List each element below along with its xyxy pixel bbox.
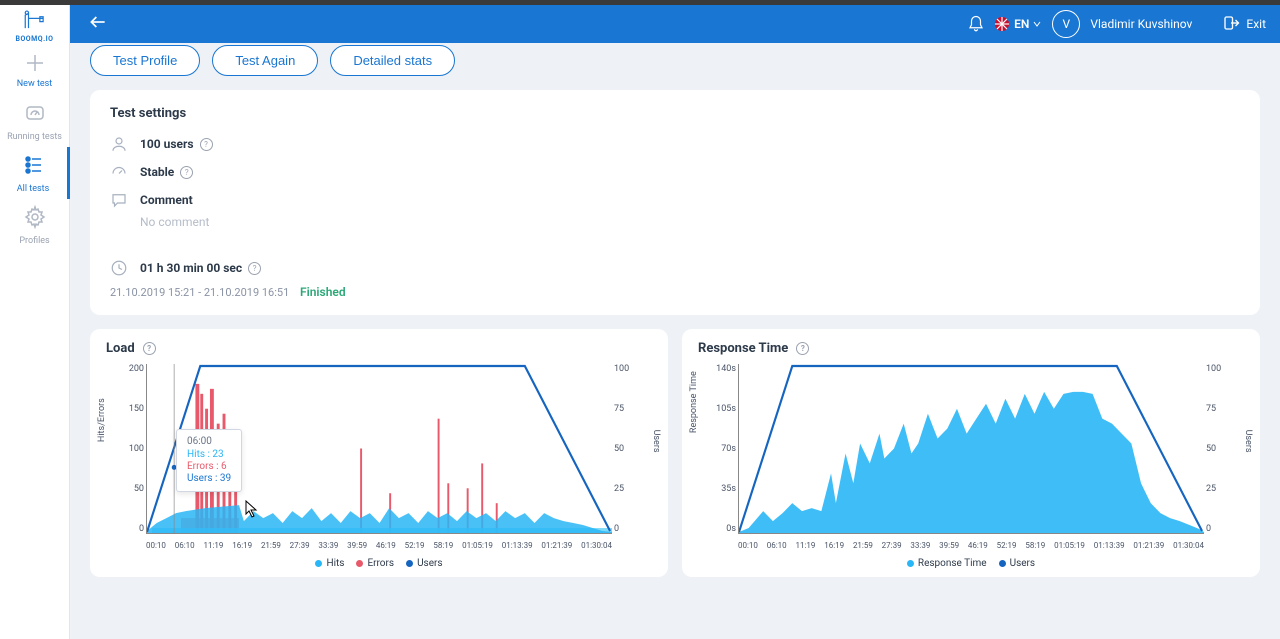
- user-icon: [110, 135, 128, 153]
- app-logo-text: BOOMQ.IO: [16, 35, 54, 43]
- exit-label: Exit: [1246, 17, 1266, 31]
- users-row: 100 users ?: [110, 135, 1240, 153]
- y-left-ticks: 200 150 100 50 0: [116, 364, 144, 534]
- x-ticks: 00:10 06:10 11:19 16:19 21:59 27:39 33:3…: [146, 541, 612, 550]
- date-range: 21.10.2019 15:21 - 21.10.2019 16:51 Fini…: [110, 285, 1240, 299]
- info-icon[interactable]: ?: [180, 166, 193, 179]
- content: Test Profile Test Again Detailed stats T…: [70, 43, 1280, 639]
- legend-dot: [406, 560, 413, 567]
- load-chart[interactable]: Hits/Errors Users 200 150 100 50 0 100 7…: [106, 364, 652, 554]
- tooltip-users: Users : 39: [187, 473, 231, 484]
- sidebar-item-all-tests[interactable]: All tests: [0, 147, 70, 199]
- language-label: EN: [1014, 17, 1029, 31]
- rt-legend: Response Time Users: [698, 558, 1244, 569]
- comment-row: Comment: [110, 191, 1240, 209]
- tooltip-time: 06:00: [187, 436, 231, 447]
- chart-title: Response Time ?: [698, 341, 1244, 356]
- list-sliders-icon: [21, 153, 45, 181]
- x-ticks: 00:10 06:10 11:19 16:19 21:59 27:39 33:3…: [738, 541, 1204, 550]
- flag-icon: [995, 17, 1009, 31]
- status-badge: Finished: [300, 285, 346, 299]
- avatar-initial: V: [1063, 17, 1071, 31]
- charts-row: Load ? Hits/Errors Users 200 150 100 50 …: [90, 329, 1260, 577]
- clock-icon: [110, 259, 128, 277]
- legend-item-users[interactable]: Users: [999, 558, 1036, 569]
- header: EN V Vladimir Kuvshinov Exit: [70, 5, 1280, 43]
- chart-tooltip: 06:00 Hits : 23 Errors : 6 Users : 39: [176, 429, 242, 492]
- boomq-logo-icon: [22, 10, 48, 34]
- legend-dot: [907, 560, 914, 567]
- info-icon[interactable]: ?: [796, 342, 809, 355]
- test-profile-button[interactable]: Test Profile: [90, 45, 200, 76]
- notifications-button[interactable]: [967, 15, 985, 33]
- card-title: Test settings: [110, 106, 1240, 121]
- sidebar-item-new-test[interactable]: New test: [0, 43, 70, 95]
- users-value: 100 users: [140, 137, 194, 151]
- detailed-stats-button[interactable]: Detailed stats: [330, 45, 455, 76]
- gauge-icon: [23, 101, 47, 129]
- plus-icon: [22, 50, 48, 76]
- sidebar: BOOMQ.IO New test Running tests All test…: [0, 5, 70, 639]
- sidebar-item-label: Running tests: [7, 132, 62, 142]
- sidebar-item-profiles[interactable]: Profiles: [0, 199, 70, 251]
- language-selector[interactable]: EN: [995, 17, 1042, 31]
- legend-dot: [315, 560, 322, 567]
- load-chart-card: Load ? Hits/Errors Users 200 150 100 50 …: [90, 329, 668, 577]
- y-axis-left-label: Hits/Errors: [97, 398, 107, 442]
- info-icon[interactable]: ?: [143, 342, 156, 355]
- y-axis-right-label: Users: [1243, 430, 1253, 453]
- date-range-text: 21.10.2019 15:21 - 21.10.2019 16:51: [110, 286, 289, 299]
- info-icon[interactable]: ?: [248, 262, 261, 275]
- legend-dot: [356, 560, 363, 567]
- legend-item-rt[interactable]: Response Time: [907, 558, 987, 569]
- rt-plot: [738, 364, 1204, 534]
- stability-icon: [110, 163, 128, 181]
- rt-chart[interactable]: Response Time Users 140s 105s 70s 35s 0s…: [698, 364, 1244, 554]
- chart-title-text: Load: [106, 341, 135, 356]
- sidebar-item-label: All tests: [17, 184, 49, 194]
- test-again-button[interactable]: Test Again: [212, 45, 318, 76]
- back-button[interactable]: [84, 8, 112, 40]
- duration-value: 01 h 30 min 00 sec: [140, 261, 242, 275]
- comment-label: Comment: [140, 193, 193, 207]
- tooltip-errors: Errors : 6: [187, 461, 231, 472]
- comment-icon: [110, 191, 128, 209]
- action-row: Test Profile Test Again Detailed stats: [90, 45, 1260, 76]
- response-time-chart-card: Response Time ? Response Time Users 140s…: [682, 329, 1260, 577]
- avatar[interactable]: V: [1052, 10, 1080, 38]
- y-right-ticks: 100 75 50 25 0: [1206, 364, 1234, 534]
- stability-row: Stable ?: [110, 163, 1240, 181]
- y-axis-left-label: Response Time: [689, 371, 699, 433]
- chevron-down-icon: [1032, 19, 1042, 29]
- y-left-ticks: 140s 105s 70s 35s 0s: [708, 364, 736, 534]
- y-right-ticks: 100 75 50 25 0: [614, 364, 642, 534]
- legend-item-users[interactable]: Users: [406, 558, 443, 569]
- legend-dot: [999, 560, 1006, 567]
- chart-title-text: Response Time: [698, 341, 788, 356]
- info-icon[interactable]: ?: [200, 138, 213, 151]
- username: Vladimir Kuvshinov: [1090, 17, 1192, 31]
- chart-title: Load ?: [106, 341, 652, 356]
- tooltip-hits: Hits : 23: [187, 449, 231, 460]
- exit-icon: [1222, 14, 1240, 35]
- no-comment-text: No comment: [140, 215, 1240, 229]
- app-logo[interactable]: BOOMQ.IO: [0, 5, 70, 43]
- sidebar-item-label: New test: [17, 79, 53, 89]
- y-axis-right-label: Users: [651, 430, 661, 453]
- legend-item-errors[interactable]: Errors: [356, 558, 394, 569]
- load-legend: Hits Errors Users: [106, 558, 652, 569]
- test-settings-card: Test settings 100 users ? Stable ? Comme…: [90, 90, 1260, 315]
- stability-value: Stable: [140, 165, 174, 179]
- sidebar-item-running-tests[interactable]: Running tests: [0, 95, 70, 147]
- duration-row: 01 h 30 min 00 sec ?: [110, 259, 1240, 277]
- exit-button[interactable]: Exit: [1222, 14, 1266, 35]
- sidebar-item-label: Profiles: [19, 236, 49, 246]
- gear-icon: [23, 205, 47, 233]
- legend-item-hits[interactable]: Hits: [315, 558, 344, 569]
